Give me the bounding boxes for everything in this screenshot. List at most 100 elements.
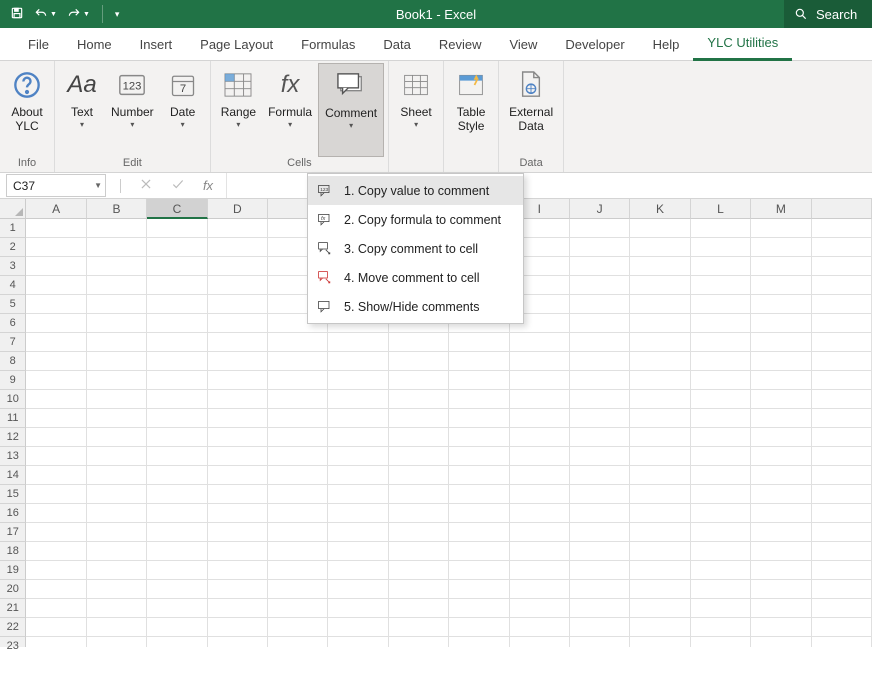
cell[interactable]	[449, 352, 509, 371]
cell[interactable]	[630, 409, 690, 428]
cell[interactable]	[208, 504, 268, 523]
cell[interactable]	[812, 371, 872, 390]
column-header[interactable]: D	[208, 199, 268, 219]
cell[interactable]	[812, 295, 872, 314]
cell[interactable]	[268, 580, 328, 599]
cell[interactable]	[751, 504, 811, 523]
cell[interactable]	[812, 409, 872, 428]
cell[interactable]	[328, 599, 388, 618]
cell[interactable]	[510, 618, 570, 637]
cell[interactable]	[26, 637, 86, 647]
cell[interactable]	[389, 352, 449, 371]
cell[interactable]	[570, 257, 630, 276]
cell[interactable]	[570, 333, 630, 352]
cell[interactable]	[26, 580, 86, 599]
cell[interactable]	[630, 238, 690, 257]
cell[interactable]	[449, 466, 509, 485]
cell[interactable]	[751, 447, 811, 466]
menu-item[interactable]: 5. Show/Hide comments	[308, 292, 523, 321]
menu-item[interactable]: 4. Move comment to cell	[308, 263, 523, 292]
cell[interactable]	[630, 447, 690, 466]
tab-insert[interactable]: Insert	[126, 28, 187, 61]
cell[interactable]	[510, 580, 570, 599]
cell[interactable]	[268, 371, 328, 390]
cell[interactable]	[812, 238, 872, 257]
cell[interactable]	[208, 561, 268, 580]
cell[interactable]	[691, 504, 751, 523]
cell[interactable]	[147, 542, 207, 561]
cell[interactable]	[26, 409, 86, 428]
cell[interactable]	[449, 409, 509, 428]
cell[interactable]	[691, 466, 751, 485]
cell[interactable]	[389, 523, 449, 542]
cell[interactable]	[630, 257, 690, 276]
row-header[interactable]: 19	[0, 561, 26, 580]
cell[interactable]	[26, 618, 86, 637]
tab-ylc-utilities[interactable]: YLC Utilities	[693, 28, 792, 61]
search-box[interactable]: Search	[784, 0, 872, 28]
cell[interactable]	[26, 295, 86, 314]
cell[interactable]	[510, 371, 570, 390]
cell[interactable]	[691, 523, 751, 542]
cell[interactable]	[208, 333, 268, 352]
cell[interactable]	[570, 580, 630, 599]
cell[interactable]	[389, 637, 449, 647]
menu-item[interactable]: 3. Copy comment to cell	[308, 234, 523, 263]
menu-item[interactable]: fx2. Copy formula to comment	[308, 205, 523, 234]
comment-button[interactable]: Comment▾	[318, 63, 384, 157]
column-header[interactable]: K	[630, 199, 690, 219]
cell[interactable]	[268, 618, 328, 637]
chevron-down-icon[interactable]: ▼	[94, 181, 102, 190]
cell[interactable]	[691, 371, 751, 390]
cell[interactable]	[268, 333, 328, 352]
cell[interactable]	[570, 409, 630, 428]
cell[interactable]	[87, 599, 147, 618]
row-header[interactable]: 21	[0, 599, 26, 618]
cell[interactable]	[208, 447, 268, 466]
cell[interactable]	[691, 390, 751, 409]
date-button[interactable]: 7 Date▾	[160, 63, 206, 157]
cell[interactable]	[570, 618, 630, 637]
cell[interactable]	[268, 523, 328, 542]
cell[interactable]	[268, 428, 328, 447]
cell[interactable]	[570, 371, 630, 390]
cell[interactable]	[147, 390, 207, 409]
cell[interactable]	[812, 447, 872, 466]
row-header[interactable]: 9	[0, 371, 26, 390]
cell[interactable]	[87, 295, 147, 314]
cell[interactable]	[570, 314, 630, 333]
tab-file[interactable]: File	[14, 28, 63, 61]
cell[interactable]	[510, 466, 570, 485]
cell[interactable]	[570, 238, 630, 257]
cell[interactable]	[691, 409, 751, 428]
cell[interactable]	[147, 352, 207, 371]
cell[interactable]	[208, 314, 268, 333]
cell[interactable]	[630, 542, 690, 561]
row-header[interactable]: 4	[0, 276, 26, 295]
cell[interactable]	[328, 523, 388, 542]
cell[interactable]	[389, 371, 449, 390]
cell[interactable]	[691, 580, 751, 599]
cell[interactable]	[389, 599, 449, 618]
cell[interactable]	[87, 504, 147, 523]
cell[interactable]	[87, 466, 147, 485]
cell[interactable]	[328, 637, 388, 647]
column-header[interactable]: A	[26, 199, 86, 219]
row-header[interactable]: 7	[0, 333, 26, 352]
cell[interactable]	[812, 485, 872, 504]
cell[interactable]	[751, 409, 811, 428]
cell[interactable]	[751, 523, 811, 542]
cancel-icon[interactable]	[139, 177, 153, 194]
cell[interactable]	[147, 466, 207, 485]
cell[interactable]	[147, 219, 207, 238]
cell[interactable]	[147, 428, 207, 447]
cell[interactable]	[751, 371, 811, 390]
formula-button[interactable]: fx Formula▾	[262, 63, 318, 157]
cell[interactable]	[26, 314, 86, 333]
cell[interactable]	[751, 257, 811, 276]
cell[interactable]	[751, 428, 811, 447]
cell[interactable]	[449, 390, 509, 409]
cell[interactable]	[630, 428, 690, 447]
cell[interactable]	[691, 352, 751, 371]
cell[interactable]	[26, 238, 86, 257]
